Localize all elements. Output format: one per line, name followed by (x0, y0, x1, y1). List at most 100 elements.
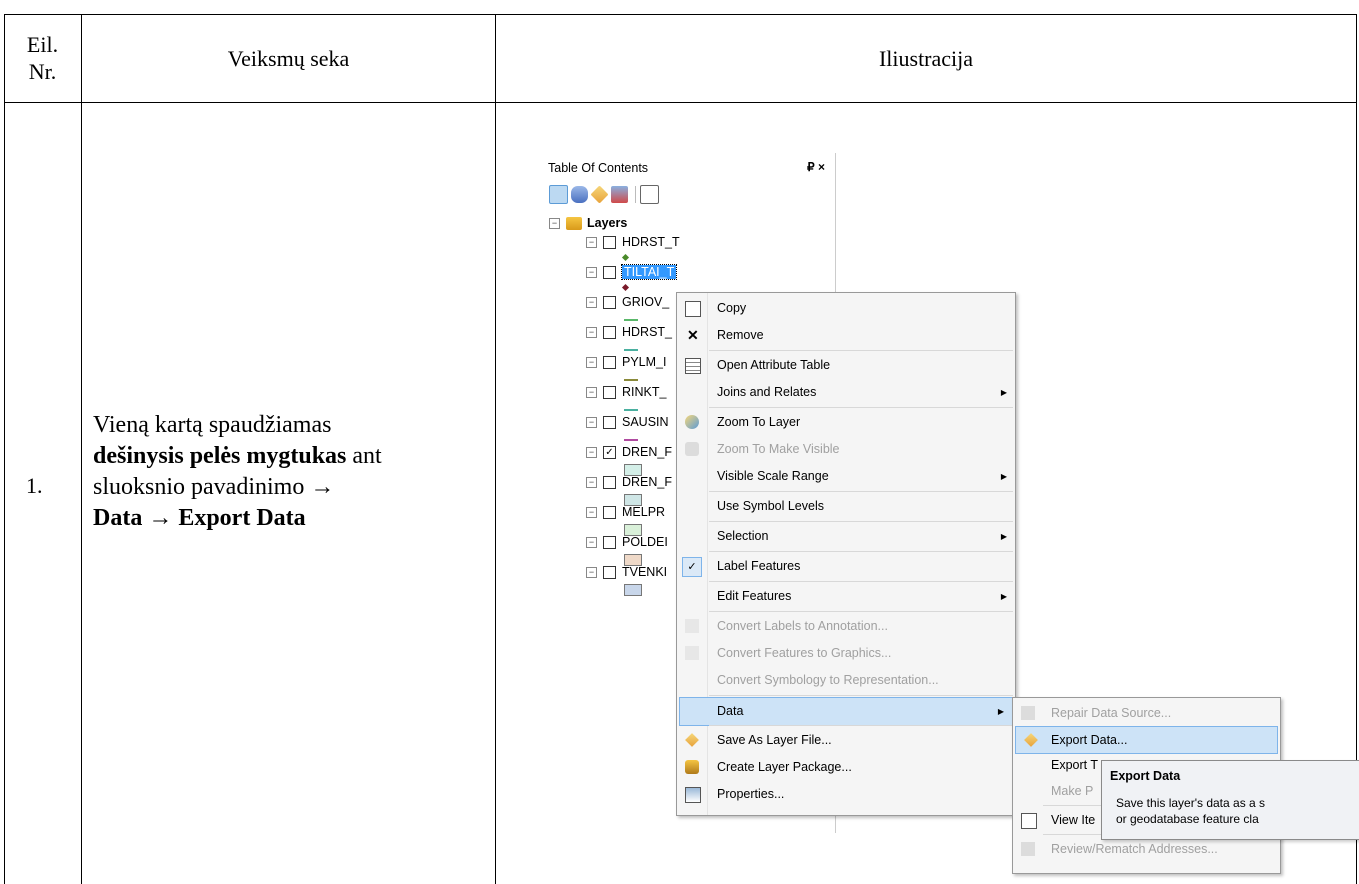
layers-icon (566, 217, 582, 231)
desc-line-2: dešinysis pelės mygtukas ant (93, 441, 493, 472)
menu-item-data[interactable]: Data ▶ (679, 697, 1013, 726)
menu-item-copy[interactable]: Copy (677, 295, 1015, 322)
layer-name[interactable]: GRIOV_ (622, 295, 669, 309)
layer-visibility-checkbox[interactable]: ✓ (603, 446, 616, 460)
toc-layer-row[interactable]: − TILTAI_T (586, 264, 678, 285)
menu-item-selection[interactable]: Selection ▶ (677, 523, 1015, 550)
submenu-arrow-icon: ▶ (1000, 592, 1007, 601)
menu-separator (709, 581, 1013, 582)
menu-item-label: Open Attribute Table (717, 358, 831, 372)
menu-item-visible-scale-range[interactable]: Visible Scale Range ▶ (677, 463, 1015, 490)
toc-toolbar (549, 185, 662, 205)
collapse-icon[interactable]: − (549, 218, 560, 230)
collapse-icon[interactable]: − (586, 447, 597, 459)
menu-item-joins-and-relates[interactable]: Joins and Relates ▶ (677, 379, 1015, 406)
desc-ant: ant (346, 443, 382, 469)
layers-root[interactable]: − Layers (549, 216, 627, 236)
menu-item-save-as-layer-file[interactable]: Save As Layer File... (677, 727, 1015, 754)
toolbar-separator (635, 186, 636, 203)
layer-visibility-checkbox[interactable] (603, 506, 616, 520)
toc-layer-row[interactable]: − HDRST_T (586, 235, 680, 255)
menu-item-edit-features[interactable]: Edit Features ▶ (677, 583, 1015, 610)
menu-separator (709, 725, 1013, 726)
toc-layer-row[interactable]: − PYLM_I (586, 355, 666, 375)
toc-title: Table Of Contents (548, 161, 649, 175)
submenu-item-export-data[interactable]: Export Data... (1015, 726, 1278, 754)
toc-layer-row[interactable]: − DREN_F (586, 475, 672, 495)
menu-item-use-symbol-levels[interactable]: Use Symbol Levels (677, 493, 1015, 520)
collapse-icon[interactable]: − (586, 567, 597, 579)
table-col-divider-2 (495, 14, 496, 884)
toc-layer-row[interactable]: − ✓ DREN_F (586, 445, 672, 465)
list-by-source-icon[interactable] (571, 186, 588, 203)
layer-name[interactable]: HDRST_ (622, 325, 672, 339)
collapse-icon[interactable]: − (586, 387, 597, 399)
list-by-drawing-order-icon[interactable] (549, 185, 568, 204)
layer-name[interactable]: HDRST_T (622, 235, 680, 249)
collapse-icon[interactable]: − (586, 477, 597, 489)
menu-item-create-layer-package[interactable]: Create Layer Package... (677, 754, 1015, 781)
collapse-icon[interactable]: − (586, 417, 597, 429)
tooltip-line-2: or geodatabase feature cla (1116, 812, 1259, 826)
submenu-arrow-icon: ▶ (1000, 532, 1007, 541)
menu-item-remove[interactable]: Remove ✕ (677, 322, 1015, 349)
layer-name[interactable]: DREN_F (622, 475, 672, 489)
toc-layer-row[interactable]: − TVENKI (586, 565, 667, 585)
layer-name[interactable]: POLDEI (622, 535, 668, 549)
layer-name[interactable]: MELPR (622, 505, 665, 519)
layer-name[interactable]: PYLM_I (622, 355, 666, 369)
toc-layer-row[interactable]: − POLDEI (586, 535, 668, 555)
toc-layer-row[interactable]: − SAUSIN (586, 415, 669, 435)
layer-name[interactable]: TILTAI_T (620, 264, 678, 280)
layer-visibility-checkbox[interactable] (603, 266, 616, 280)
layer-visibility-checkbox[interactable] (603, 416, 616, 430)
menu-item-zoom-to-layer[interactable]: Zoom To Layer (677, 409, 1015, 436)
toc-layer-row[interactable]: − MELPR (586, 505, 665, 525)
menu-separator (709, 407, 1013, 408)
menu-item-label-features[interactable]: Label Features ✓ (677, 553, 1015, 580)
list-by-visibility-icon[interactable] (590, 185, 609, 204)
layer-name[interactable]: TVENKI (622, 565, 667, 579)
collapse-icon[interactable]: − (586, 357, 597, 369)
toc-layer-row[interactable]: − GRIOV_ (586, 295, 669, 315)
toc-pin-close-buttons[interactable]: ₽ × (807, 160, 825, 174)
collapse-icon[interactable]: − (586, 507, 597, 519)
collapse-icon[interactable]: − (586, 237, 597, 249)
header-veiksmu-seka: Veiksmų seka (227, 46, 350, 71)
toc-layer-row[interactable]: − RINKT_ (586, 385, 666, 405)
layer-name[interactable]: SAUSIN (622, 415, 669, 429)
layer-visibility-checkbox[interactable] (603, 386, 616, 400)
layer-symbol (624, 379, 638, 381)
header-eil-nr: Eil. Nr. (4, 31, 81, 85)
header-eil-line: Eil. (26, 32, 59, 57)
menu-item-properties[interactable]: Properties... (677, 781, 1015, 808)
layer-visibility-checkbox[interactable] (603, 536, 616, 550)
layer-visibility-checkbox[interactable] (603, 566, 616, 580)
menu-item-open-attribute-table[interactable]: Open Attribute Table (677, 352, 1015, 379)
layer-visibility-checkbox[interactable] (603, 356, 616, 370)
layer-symbol (624, 439, 638, 441)
layer-symbol (624, 319, 638, 321)
layer-visibility-checkbox[interactable] (603, 476, 616, 490)
blank-icon (1021, 784, 1035, 798)
collapse-icon[interactable]: − (586, 537, 597, 549)
layer-visibility-checkbox[interactable] (603, 326, 616, 340)
menu-item-label: Use Symbol Levels (717, 499, 824, 513)
toc-layer-row[interactable]: − HDRST_ (586, 325, 672, 345)
layer-name[interactable]: DREN_F (622, 445, 672, 459)
menu-item-label: Label Features (717, 559, 801, 573)
list-by-selection-icon[interactable] (611, 186, 628, 203)
layer-visibility-checkbox[interactable] (603, 296, 616, 310)
collapse-icon[interactable]: − (586, 327, 597, 339)
menu-item-convert-labels-to-annotation: Convert Labels to Annotation... (677, 613, 1015, 640)
menu-item-label: Selection (717, 529, 769, 543)
collapse-icon[interactable]: − (586, 297, 597, 309)
properties-icon (685, 787, 701, 803)
layer-visibility-checkbox[interactable] (603, 236, 616, 250)
layer-symbol (624, 584, 642, 596)
table-header-divider (4, 102, 1357, 103)
options-icon[interactable] (640, 185, 659, 204)
export-data-icon (1024, 733, 1038, 747)
layer-name[interactable]: RINKT_ (622, 385, 666, 399)
collapse-icon[interactable]: − (586, 267, 597, 279)
